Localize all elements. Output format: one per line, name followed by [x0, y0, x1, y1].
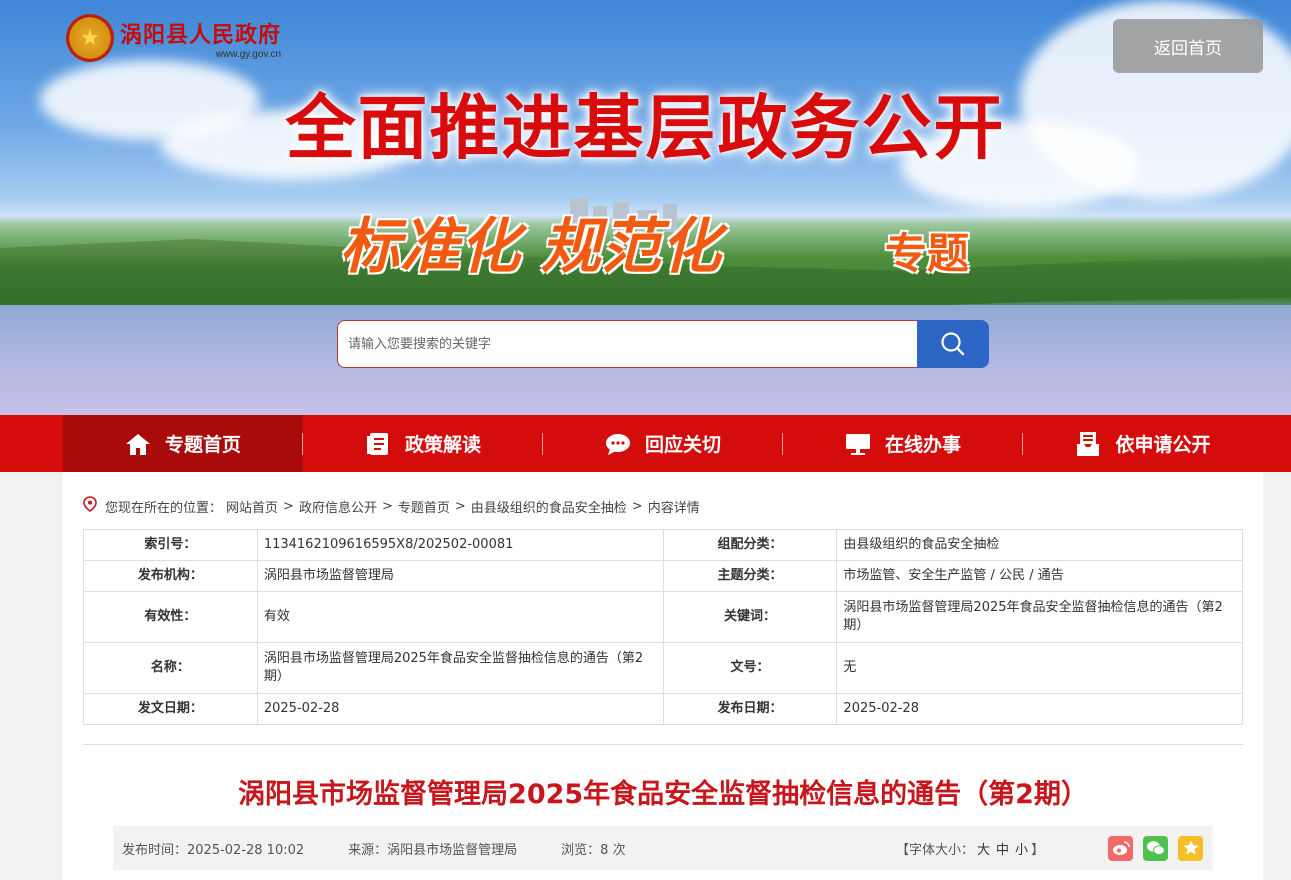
- search-icon: [941, 332, 965, 356]
- home-icon: [125, 431, 151, 457]
- banner-main-title: 全面推进基层政务公开: [285, 87, 1006, 169]
- favorite-share-button[interactable]: [1178, 835, 1203, 861]
- inbox-icon: [1075, 431, 1101, 457]
- meta-value: 2025-02-28: [256, 693, 664, 725]
- header-banner: ★ 涡阳县人民政府 www.gy.gov.cn 返回首页 全面推进基层政务公开 …: [0, 0, 1291, 415]
- meta-key: 有效性：: [83, 591, 258, 643]
- font-size-label: 【字体大小：: [896, 842, 975, 858]
- nav-item-response[interactable]: 回应关切: [543, 415, 783, 472]
- article-source: 来源：涡阳县市场监督管理局: [348, 842, 518, 858]
- meta-value: 2025-02-28: [836, 693, 1243, 725]
- monitor-icon: [845, 431, 871, 457]
- nav-item-label: 在线办事: [884, 434, 961, 456]
- meta-key: 关键词：: [662, 591, 838, 643]
- meta-key: 发文日期：: [83, 693, 258, 725]
- metadata-table: 索引号： 1134162109616595X8/202502-00081 组配分…: [83, 529, 1243, 725]
- view-count: 浏览：8 次: [561, 842, 626, 858]
- breadcrumb-link-gov-info[interactable]: 政府信息公开: [299, 497, 377, 516]
- meta-value: 由县级组织的食品安全抽检: [836, 529, 1243, 561]
- search-button[interactable]: [917, 320, 989, 368]
- meta-key: 文号：: [662, 642, 838, 694]
- divider: [83, 744, 1243, 745]
- chat-icon: [605, 431, 631, 457]
- breadcrumb: 您现在所在的位置： 网站首页 > 政府信息公开 > 专题首页 > 由县级组织的食…: [83, 496, 700, 516]
- national-emblem-icon: ★: [66, 14, 114, 62]
- meta-value: 有效: [256, 591, 664, 643]
- meta-key: 组配分类：: [662, 529, 838, 561]
- meta-key: 发布机构：: [83, 560, 258, 592]
- font-small-button[interactable]: 小: [1015, 843, 1028, 858]
- nav-item-label: 回应关切: [644, 434, 721, 456]
- star-icon: [1183, 840, 1198, 855]
- nav-item-application[interactable]: 依申请公开: [1023, 415, 1263, 472]
- document-icon: [365, 431, 391, 457]
- table-row: 发文日期： 2025-02-28 发布日期： 2025-02-28: [83, 693, 1243, 725]
- banner-sub-title: 标准化 规范化: [340, 212, 721, 282]
- nav-item-policy[interactable]: 政策解读: [303, 415, 543, 472]
- banner-sub-tag: 专题: [885, 229, 970, 278]
- meta-value: 市场监管、安全生产监管 / 公民 / 通告: [836, 560, 1243, 592]
- main-nav: 专题首页 政策解读 回应关切 在线办事 依申请公开: [0, 415, 1291, 472]
- wechat-icon: [1146, 841, 1165, 856]
- nav-item-topic-home[interactable]: 专题首页: [63, 415, 303, 472]
- article-title: 涡阳县市场监督管理局2025年食品安全监督抽检信息的通告（第2期）: [238, 779, 1088, 810]
- search-input[interactable]: [337, 320, 917, 368]
- site-name: 涡阳县人民政府: [120, 22, 282, 48]
- meta-key: 主题分类：: [662, 560, 838, 592]
- table-row: 索引号： 1134162109616595X8/202502-00081 组配分…: [83, 529, 1243, 561]
- meta-value: 1134162109616595X8/202502-00081: [256, 529, 664, 561]
- font-size-control: 【字体大小：大中小】: [896, 839, 1044, 858]
- table-row: 名称： 涡阳县市场监督管理局2025年食品安全监督抽检信息的通告（第2期） 文号…: [83, 642, 1243, 694]
- meta-value: 涡阳县市场监督管理局2025年食品安全监督抽检信息的通告（第2期）: [256, 642, 664, 694]
- meta-value: 涡阳县市场监督管理局: [256, 560, 664, 592]
- weibo-share-button[interactable]: [1108, 835, 1133, 861]
- site-url: www.gy.gov.cn: [215, 48, 282, 60]
- site-logo[interactable]: ★ 涡阳县人民政府 www.gy.gov.cn: [66, 14, 281, 62]
- meta-key: 索引号：: [83, 529, 258, 561]
- publish-time: 发布时间：2025-02-28 10:02: [122, 842, 305, 858]
- share-buttons: [1108, 835, 1203, 861]
- article-info-bar: 发布时间：2025-02-28 10:02 来源：涡阳县市场监督管理局 浏览：8…: [113, 826, 1213, 870]
- breadcrumb-link-topic-home[interactable]: 专题首页: [398, 497, 450, 516]
- back-home-button[interactable]: 返回首页: [1113, 19, 1263, 73]
- font-size-label-end: 】: [1031, 842, 1045, 858]
- nav-item-label: 依申请公开: [1115, 434, 1211, 456]
- meta-value: 涡阳县市场监督管理局2025年食品安全监督抽检信息的通告（第2期）: [836, 591, 1243, 643]
- wechat-share-button[interactable]: [1143, 835, 1168, 861]
- location-pin-icon: [83, 496, 97, 516]
- meta-key: 发布日期：: [662, 693, 838, 725]
- weibo-icon: [1112, 841, 1130, 855]
- meta-value: 无: [836, 642, 1243, 694]
- search-bar: [337, 320, 989, 368]
- nav-item-online-service[interactable]: 在线办事: [783, 415, 1023, 472]
- breadcrumb-prefix: 您现在所在的位置：: [105, 500, 223, 516]
- font-large-button[interactable]: 大: [977, 843, 990, 858]
- meta-key: 名称：: [83, 642, 258, 694]
- breadcrumb-link-category[interactable]: 由县级组织的食品安全抽检: [471, 497, 627, 516]
- nav-item-label: 专题首页: [164, 434, 241, 456]
- breadcrumb-link-home[interactable]: 网站首页: [226, 497, 278, 516]
- table-row: 发布机构： 涡阳县市场监督管理局 主题分类： 市场监管、安全生产监管 / 公民 …: [83, 560, 1243, 592]
- font-medium-button[interactable]: 中: [996, 843, 1009, 858]
- table-row: 有效性： 有效 关键词： 涡阳县市场监督管理局2025年食品安全监督抽检信息的通…: [83, 591, 1243, 643]
- breadcrumb-current: 内容详情: [647, 500, 700, 516]
- nav-item-label: 政策解读: [404, 434, 481, 456]
- content-panel: 您现在所在的位置： 网站首页 > 政府信息公开 > 专题首页 > 由县级组织的食…: [63, 472, 1263, 880]
